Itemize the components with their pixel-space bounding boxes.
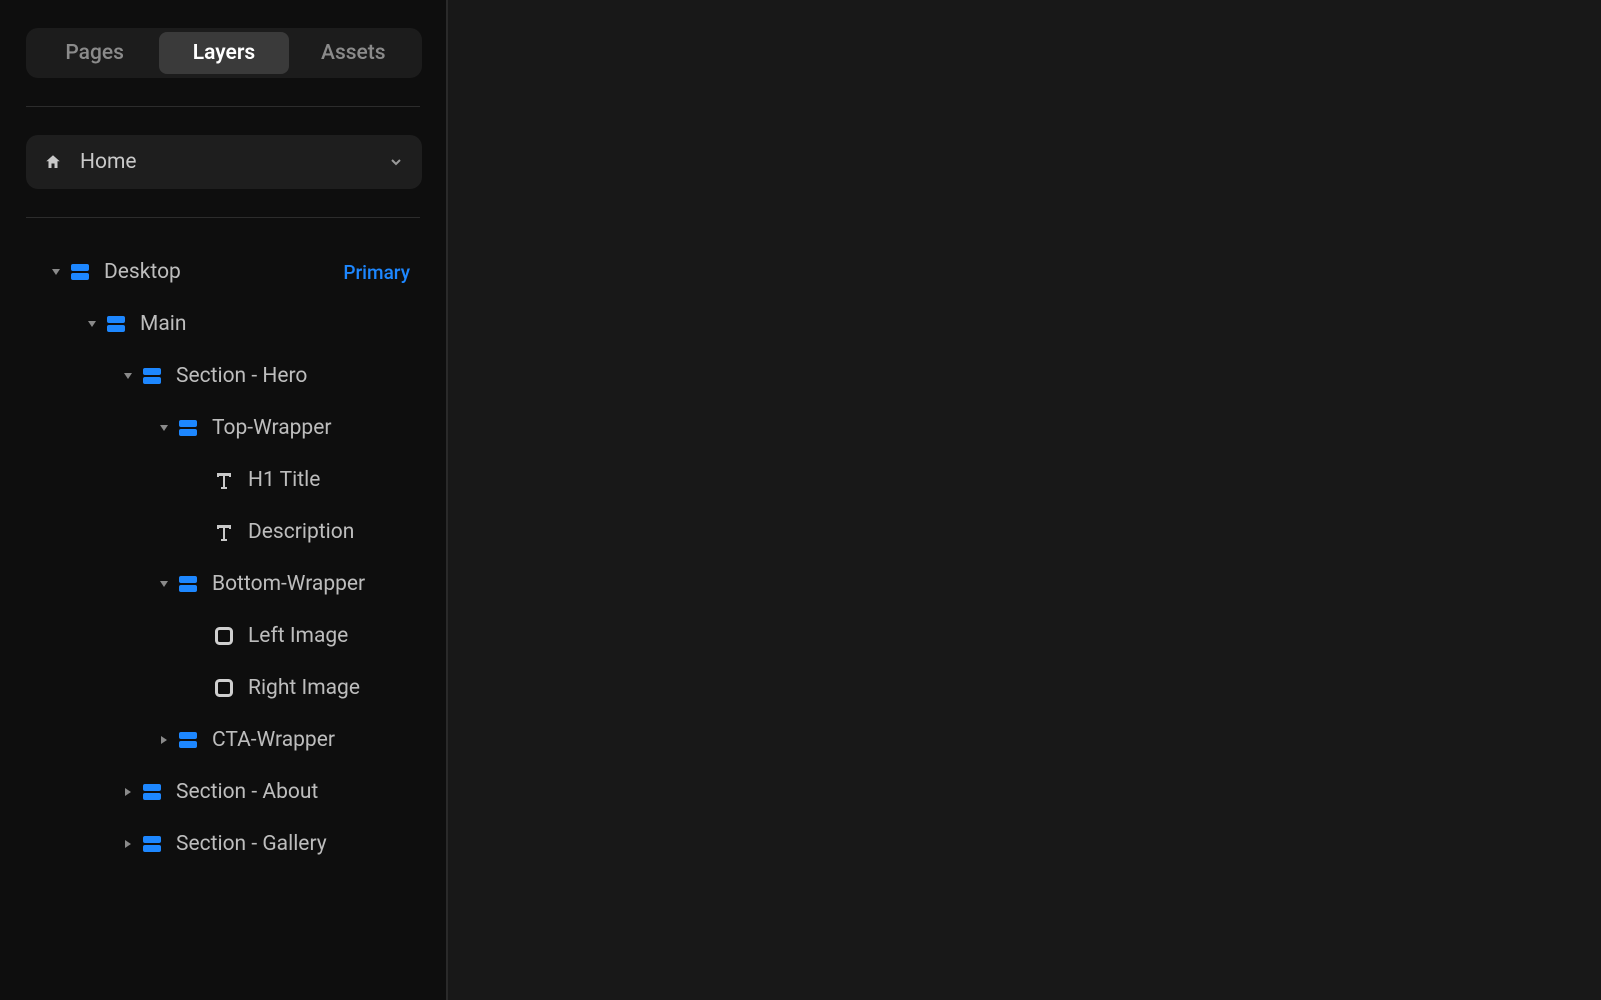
layer-row[interactable]: Main [26,298,420,350]
expand-toggle-icon[interactable] [152,579,176,589]
panel-tabs: Pages Layers Assets [26,28,422,78]
layer-label: Desktop [104,260,181,284]
expand-toggle-icon[interactable] [116,371,140,381]
expand-toggle-icon[interactable] [152,735,176,745]
layer-label: H1 Title [248,468,320,492]
layer-row[interactable]: Section - Gallery [26,818,420,870]
tab-assets-label: Assets [321,41,386,65]
layer-label: Right Image [248,676,360,700]
layer-row[interactable]: Right Image [26,662,420,714]
divider [26,217,420,218]
stack-icon [70,262,90,282]
tab-assets[interactable]: Assets [289,32,418,74]
layer-row[interactable]: Left Image [26,610,420,662]
left-sidebar: Pages Layers Assets Home Desktop Primary M… [0,0,448,1000]
layer-row[interactable]: Section - Hero [26,350,420,402]
stack-icon [142,366,162,386]
layer-tree: Desktop Primary Main Section - Hero Top-Wrap… [26,246,420,870]
expand-toggle-icon[interactable] [116,839,140,849]
layer-label: Bottom-Wrapper [212,572,365,596]
chevron-down-icon [388,154,404,170]
expand-toggle-icon[interactable] [116,787,140,797]
expand-toggle-icon[interactable] [152,423,176,433]
expand-toggle-icon[interactable] [80,319,104,329]
layer-label: Section - About [176,780,318,804]
layer-label: Description [248,520,354,544]
text-icon [214,470,234,490]
layer-label: Top-Wrapper [212,416,331,440]
layer-row[interactable]: Description [26,506,420,558]
page-selector[interactable]: Home [26,135,422,189]
tab-pages-label: Pages [65,41,124,65]
layer-label: Section - Gallery [176,832,327,856]
stack-icon [178,418,198,438]
stack-icon [142,782,162,802]
layer-row[interactable]: Top-Wrapper [26,402,420,454]
tab-pages[interactable]: Pages [30,32,159,74]
layer-label: Section - Hero [176,364,307,388]
canvas-area[interactable] [448,0,1601,1000]
layer-label: CTA-Wrapper [212,728,335,752]
stack-icon [106,314,126,334]
stack-icon [178,574,198,594]
layer-label: Left Image [248,624,348,648]
tab-layers[interactable]: Layers [159,32,288,74]
expand-toggle-icon[interactable] [44,267,68,277]
layer-row[interactable]: Desktop Primary [26,246,420,298]
text-icon [214,522,234,542]
primary-badge: Primary [343,261,420,284]
stack-icon [142,834,162,854]
layer-row[interactable]: CTA-Wrapper [26,714,420,766]
layer-row[interactable]: Section - About [26,766,420,818]
divider [26,106,420,107]
page-selector-label: Home [80,150,388,174]
stack-icon [178,730,198,750]
layer-row[interactable]: Bottom-Wrapper [26,558,420,610]
layer-label: Main [140,312,186,336]
home-icon [44,153,62,171]
box-icon [214,678,234,698]
box-icon [214,626,234,646]
tab-layers-label: Layers [193,41,255,65]
layer-row[interactable]: H1 Title [26,454,420,506]
